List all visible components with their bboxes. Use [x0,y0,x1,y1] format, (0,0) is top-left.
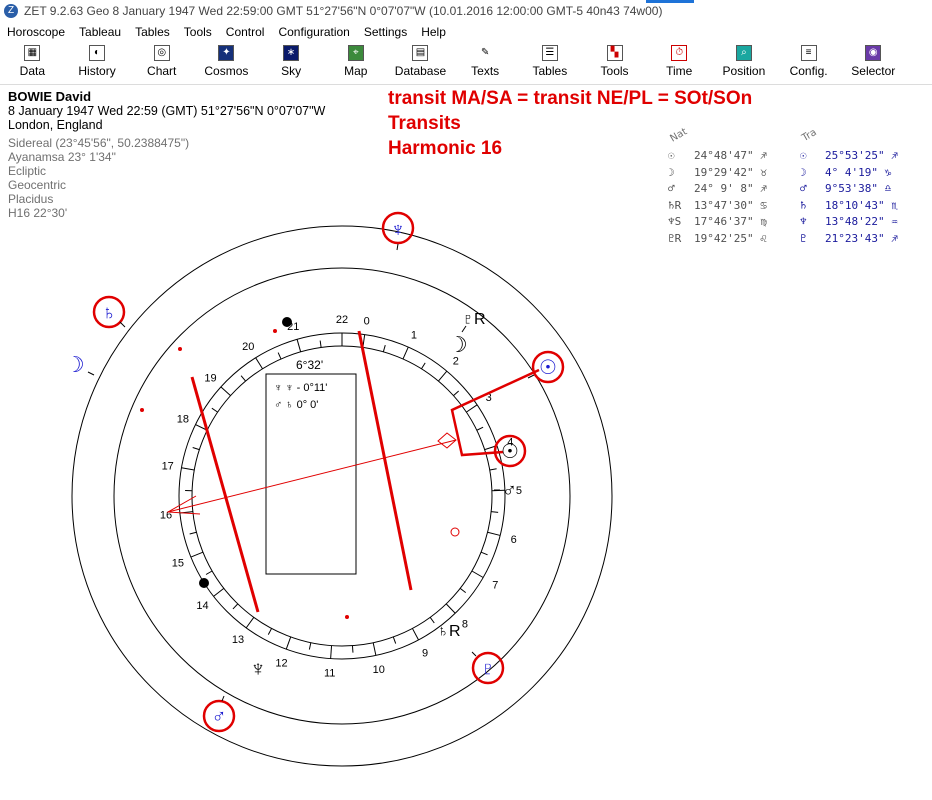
dial-number: 2 [453,355,459,367]
pluto-bottom-glyph: ♇ [481,658,496,680]
pointer-neptune-top [396,243,399,251]
dial-tick [438,370,448,382]
dial-tick [489,468,497,471]
dial-number: 10 [373,664,385,676]
dial-tick [392,636,397,644]
mars-bottom-glyph: ♂ [212,706,227,728]
dial-number: 8 [462,618,468,630]
dial-number: 6 [511,534,517,546]
marker-dot-3 [178,347,182,351]
sun-right-glyph: ☉ [539,357,557,379]
dial-tick [445,603,456,614]
dial-tick [382,344,386,352]
mars-right-glyph: ♂ [502,480,517,502]
dial-number: 11 [324,668,335,680]
dial-tick [267,628,273,635]
dial-number: 14 [196,600,208,612]
dial-tick [205,570,213,575]
sun-natal-glyph: ☉ [501,441,519,463]
pointer-moon-left [87,371,95,376]
pointer-saturn-left [119,321,126,328]
harmonic-dial-chart[interactable]: 012345678910111213141516171819202122 6°3… [0,0,932,800]
dial-tick [296,339,302,352]
dial-tick [220,386,231,397]
dial-tick [429,617,435,624]
dial-tick [453,390,460,397]
dial-number: 1 [411,329,417,341]
dial-number: 12 [275,657,287,669]
dial-tick [466,404,478,413]
midpoint-line-center [357,330,413,591]
dial-tick [213,587,225,597]
dial-tick [181,467,195,471]
natal-point-top [282,317,292,327]
neptune-bottom-glyph: ♆ [250,656,267,681]
dial-tick [411,628,419,641]
dial-tick [459,587,467,594]
dial-tick [480,551,488,556]
neptune-top-glyph: ♆ [391,219,406,241]
dial-tick [491,511,499,513]
dial-tick [372,642,377,656]
dial-number: 22 [336,314,348,326]
saturn-left-glyph: ♄ [102,302,117,324]
dial-number: 13 [232,634,244,646]
natal-point-left [199,578,209,588]
dial-tick [255,357,263,370]
marker-dot-4 [140,408,144,412]
dial-number: 19 [204,373,216,385]
dial-number: 18 [177,413,189,425]
dial-number: 9 [422,647,428,659]
dial-tick [330,645,333,659]
aspect-line-2: ♂ ♄ 0° 0' [274,399,318,411]
dial-tick [190,551,204,558]
dial-tick [277,352,282,360]
pluto-right-glyph: ♇R [462,311,486,328]
pointer-pluto-bottom [471,651,477,657]
dial-tick [285,636,292,650]
dial-tick [471,570,484,578]
dial-tick [192,447,200,451]
dial-number: 0 [364,316,370,328]
dial-tick [211,407,218,413]
dial-number: 7 [492,580,498,592]
midpoint-line-left [190,376,260,613]
marker-ring-red [450,527,460,537]
dial-tick [402,346,409,360]
dial-tick [245,617,255,629]
dial-number: 20 [242,341,254,353]
moon-left-glyph: ☽ [65,352,85,377]
moon-right-glyph: ☽ [448,332,468,357]
marker-dot-1 [273,329,277,333]
dial-tick [319,340,322,348]
dial-tick [421,362,426,370]
dial-tick [189,531,197,535]
dial-tick [487,531,501,536]
saturn-bottom-glyph: ♄R [437,623,461,640]
marker-dot-2 [345,615,349,619]
dial-number: 17 [162,460,174,472]
dial-tick [308,642,312,650]
aspect-line-1: ♆ ♆ - 0°11' [274,382,327,394]
dial-tick [240,375,246,382]
dial-number: 15 [172,557,184,569]
dial-tick [232,603,239,610]
dial-tick [476,426,484,431]
center-degree: 6°32' [296,358,323,372]
